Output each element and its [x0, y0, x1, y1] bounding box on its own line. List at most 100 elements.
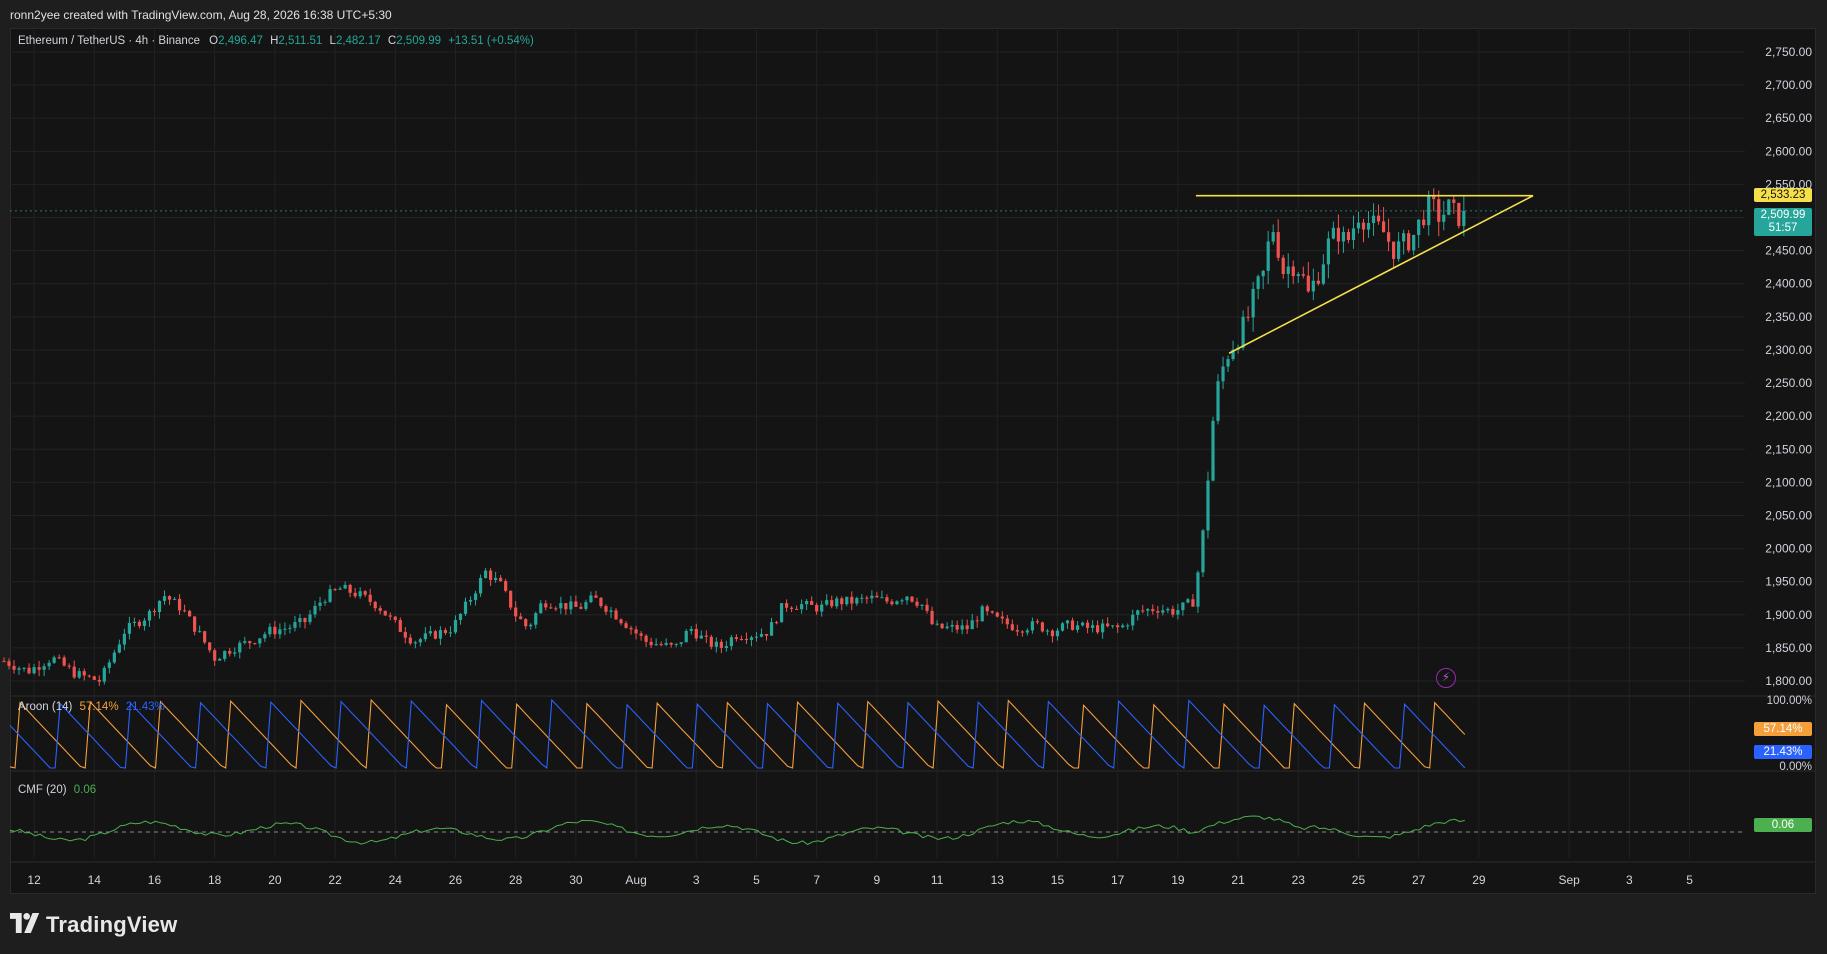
candle-body: [1005, 618, 1009, 625]
candle-body: [810, 601, 814, 605]
y-tick-label: 2,200.00: [1765, 409, 1812, 423]
candle-body: [318, 602, 322, 606]
candle-body: [1457, 202, 1461, 227]
candle-body: [1201, 530, 1205, 573]
candle-body: [1311, 280, 1315, 292]
x-tick-label: 24: [389, 873, 403, 887]
candle-body: [1075, 625, 1080, 630]
candle-body: [37, 667, 41, 670]
candle-body: [423, 633, 427, 640]
candle-body: [1060, 623, 1065, 631]
candle-body: [940, 623, 944, 629]
x-tick-label: 17: [1111, 873, 1125, 887]
candle-body: [779, 603, 784, 623]
last-price-tag: 2,509.99 51:57: [1754, 207, 1812, 236]
y-tick-label: 2,300.00: [1765, 343, 1812, 357]
candle-body: [283, 628, 287, 630]
candle-body: [2, 661, 6, 663]
candle-body: [719, 641, 723, 648]
candle-body: [840, 598, 844, 605]
candle-body: [599, 597, 603, 607]
candle-body: [1020, 631, 1024, 633]
candle-body: [1176, 610, 1180, 615]
candle-body: [1206, 480, 1210, 531]
candle-body: [388, 615, 392, 617]
x-tick-label: 13: [991, 873, 1005, 887]
candle-body: [789, 607, 794, 609]
candle-body: [1452, 199, 1456, 203]
candle-body: [1035, 621, 1040, 623]
x-tick-label: 21: [1231, 873, 1245, 887]
candle-body: [127, 622, 131, 634]
candle-body: [734, 637, 739, 639]
candle-body: [328, 589, 332, 602]
candle-body: [559, 603, 563, 609]
candle-body: [910, 596, 914, 602]
candle-body: [458, 613, 463, 620]
candle-body: [664, 642, 668, 645]
candle-body: [845, 596, 849, 605]
candle-body: [438, 630, 443, 639]
brand-text: TradingView: [46, 912, 178, 937]
candle-body: [47, 662, 51, 667]
chart-svg[interactable]: 1,800.00 1,850.00 1,900.00 1,950.00 2,000.00…: [0, 0, 1827, 954]
candle-body: [187, 610, 192, 617]
candle-body: [122, 633, 126, 645]
aroon-up-value: 57.14%: [79, 701, 119, 713]
candle-body: [795, 608, 799, 610]
candle-body: [1181, 602, 1185, 611]
candle-body: [1080, 622, 1085, 626]
candle-body: [428, 631, 432, 634]
candle-body: [298, 618, 302, 623]
x-tick-label: 5: [753, 873, 760, 887]
candle-body: [1226, 359, 1230, 367]
candle-body: [308, 614, 312, 623]
candle-body: [1025, 630, 1029, 633]
candle-body: [1116, 625, 1120, 628]
candle-body: [1000, 616, 1004, 619]
candle-body: [855, 598, 859, 604]
candle-body: [82, 671, 86, 676]
x-tick-label: 3: [1626, 873, 1633, 887]
candle-body: [353, 592, 357, 597]
cmf-legend[interactable]: CMF (20) 0.06: [18, 784, 96, 796]
y-tick-label: 2,350.00: [1765, 310, 1812, 324]
candle-body: [1326, 238, 1330, 265]
candle-body: [569, 601, 573, 610]
candle-body: [1156, 611, 1160, 613]
lightning-icon[interactable]: ⚡: [1436, 668, 1456, 688]
candle-body: [198, 631, 202, 633]
candle-body: [1101, 623, 1105, 633]
y-tick-label: 2,650.00: [1765, 111, 1812, 125]
candle-body: [182, 610, 187, 612]
candle-body: [142, 620, 147, 627]
resistance-price-text: 2,533.23: [1760, 188, 1806, 201]
candle-body: [815, 604, 819, 612]
candle-body: [1251, 288, 1255, 318]
candle-body: [935, 623, 939, 625]
candle-body: [990, 611, 994, 613]
candle-body: [463, 601, 468, 614]
candle-body: [403, 631, 407, 638]
candle-body: [514, 607, 518, 617]
candle-body: [704, 635, 708, 637]
candle-body: [132, 621, 137, 623]
candle-body: [1131, 614, 1135, 626]
high-value: 2,511.51: [278, 35, 323, 47]
symbol-title[interactable]: Ethereum / TetherUS · 4h · Binance: [18, 35, 200, 47]
candle-body: [228, 650, 232, 654]
x-tick-label: 9: [874, 873, 881, 887]
candle-body: [1346, 232, 1351, 241]
candle-body: [468, 599, 473, 602]
aroon-legend[interactable]: Aroon (14) 57.14% 21.43%: [18, 701, 165, 713]
aroon-up-tag: 57.14%: [1754, 722, 1812, 736]
candle-body: [1271, 232, 1275, 242]
candle-body: [1151, 609, 1155, 612]
candle-body: [574, 601, 578, 607]
candle-body: [1376, 215, 1381, 222]
candle-body: [1161, 610, 1165, 613]
candle-body: [885, 597, 889, 602]
candle-body: [689, 628, 693, 631]
candle-body: [1126, 625, 1130, 627]
candle-body: [12, 665, 16, 670]
